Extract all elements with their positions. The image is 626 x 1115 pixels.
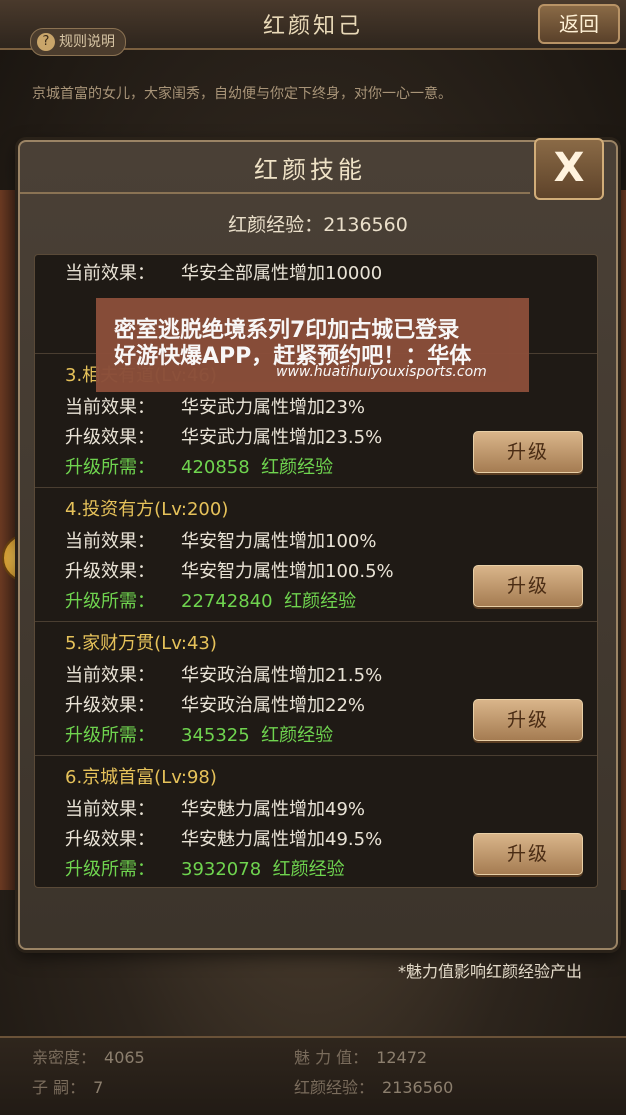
upgrade-button[interactable]: 升级 — [473, 431, 583, 473]
cost-label: 升级所需： — [65, 591, 155, 612]
next-label: 升级效果： — [65, 427, 155, 448]
character-intro: 京城首富的女儿，大家闺秀，自幼便与你定下终身，对你一心一意。 — [32, 86, 452, 102]
current-effect-line: 当前效果： 华安全部属性增加10000 — [65, 259, 382, 285]
heirs-stat: 子 嗣： 7 — [32, 1074, 103, 1098]
current-effect-line: 当前效果： 华安魅力属性增加49% — [65, 795, 365, 821]
close-button[interactable]: X — [534, 138, 604, 200]
cost-label: 升级所需： — [65, 859, 155, 880]
upgrade-button[interactable]: 升级 — [473, 699, 583, 741]
ad-banner[interactable]: 密室逃脱绝境系列7印加古城已登录 好游快爆APP，赶紧预约吧！：华体 www.h… — [96, 298, 529, 392]
cost-unit: 红颜经验 — [272, 859, 345, 880]
cost-value: 420858 — [181, 457, 250, 478]
next-effect-line: 升级效果： 华安武力属性增加23.5% — [65, 423, 382, 449]
charm-stat: 魅 力 值： 12472 — [294, 1044, 427, 1068]
next-effect-line: 升级效果： 华安政治属性增加22% — [65, 691, 365, 717]
cost-value: 345325 — [181, 725, 250, 746]
heirs-value: 7 — [93, 1078, 104, 1097]
next-effect: 华安魅力属性增加49.5% — [181, 829, 383, 850]
next-effect-line: 升级效果： 华安智力属性增加100.5% — [65, 557, 394, 583]
current-effect: 华安魅力属性增加49% — [181, 799, 366, 820]
intimacy-stat: 亲密度： 4065 — [32, 1044, 145, 1068]
upgrade-button[interactable]: 升级 — [473, 833, 583, 875]
skill-title: 6.京城首富(Lv:98) — [65, 767, 217, 788]
current-label: 当前效果： — [65, 665, 155, 686]
exp-value: 2136560 — [323, 214, 408, 236]
cost-value: 22742840 — [181, 591, 273, 612]
heirs-label: 子 嗣： — [32, 1078, 86, 1097]
charm-footnote: *魅力值影响红颜经验产出 — [397, 962, 582, 981]
bottom-exp-label: 红颜经验： — [294, 1078, 375, 1097]
upgrade-cost-line: 升级所需： 345325 红颜经验 — [65, 721, 333, 747]
question-icon: ? — [37, 33, 55, 51]
exp-summary: 红颜经验：2136560 — [20, 210, 616, 237]
back-button[interactable]: 返回 — [538, 4, 620, 44]
next-effect: 华安政治属性增加22% — [181, 695, 366, 716]
upgrade-cost-line: 升级所需： 3932078 红颜经验 — [65, 855, 345, 881]
current-effect: 华安智力属性增加100% — [181, 531, 377, 552]
next-effect: 华安智力属性增加100.5% — [181, 561, 394, 582]
skill-item: 5.家财万贯(Lv:43) 当前效果： 华安政治属性增加21.5% 升级效果： 华安… — [35, 621, 597, 756]
bottom-exp-value: 2136560 — [382, 1078, 454, 1097]
cost-value: 3932078 — [181, 859, 262, 880]
exp-label: 红颜经验： — [228, 214, 324, 236]
dialog-title: 红颜技能 — [254, 156, 366, 184]
charm-label: 魅 力 值： — [294, 1048, 369, 1067]
skill-title: 5.家财万贯(Lv:43) — [65, 633, 217, 654]
next-effect: 华安武力属性增加23.5% — [181, 427, 383, 448]
current-effect: 华安武力属性增加23% — [181, 397, 366, 418]
current-effect-line: 当前效果： 华安智力属性增加100% — [65, 527, 376, 553]
charm-value: 12472 — [376, 1048, 428, 1067]
cost-label: 升级所需： — [65, 457, 155, 478]
rules-label: 规则说明 — [59, 34, 115, 50]
ad-url: www.huatihuiyouxisports.com — [276, 364, 487, 380]
bottom-stats-bar: 亲密度： 4065 子 嗣： 7 魅 力 值： 12472 红颜经验： 2136560 — [0, 1036, 626, 1115]
skill-item: 4.投资有方(Lv:200) 当前效果： 华安智力属性增加100% 升级效果： 华安… — [35, 487, 597, 622]
next-effect-line: 升级效果： 华安魅力属性增加49.5% — [65, 825, 382, 851]
current-effect-line: 当前效果： 华安武力属性增加23% — [65, 393, 365, 419]
upgrade-button[interactable]: 升级 — [473, 565, 583, 607]
upgrade-cost-line: 升级所需： 22742840 红颜经验 — [65, 587, 356, 613]
rules-button[interactable]: ? 规则说明 — [30, 28, 126, 56]
current-effect-line: 当前效果： 华安政治属性增加21.5% — [65, 661, 382, 687]
current-label: 当前效果： — [65, 397, 155, 418]
intimacy-label: 亲密度： — [32, 1048, 97, 1067]
current-label: 当前效果： — [65, 799, 155, 820]
skill-dialog: 红颜技能 X 红颜经验：2136560 当前效果： 华安全部属性增加10000 3… — [18, 138, 618, 950]
next-label: 升级效果： — [65, 829, 155, 850]
intimacy-value: 4065 — [104, 1048, 145, 1067]
cost-unit: 红颜经验 — [284, 591, 357, 612]
current-effect: 华安政治属性增加21.5% — [181, 665, 383, 686]
cost-label: 升级所需： — [65, 725, 155, 746]
current-label: 当前效果： — [65, 531, 155, 552]
current-effect: 华安全部属性增加10000 — [181, 263, 383, 284]
exp-stat: 红颜经验： 2136560 — [294, 1074, 453, 1098]
cost-unit: 红颜经验 — [261, 457, 334, 478]
upgrade-cost-line: 升级所需： 420858 红颜经验 — [65, 453, 333, 479]
current-label: 当前效果： — [65, 263, 155, 284]
next-label: 升级效果： — [65, 561, 155, 582]
cost-unit: 红颜经验 — [261, 725, 334, 746]
skill-item: 6.京城首富(Lv:98) 当前效果： 华安魅力属性增加49% 升级效果： 华安魅力… — [35, 755, 597, 887]
next-label: 升级效果： — [65, 695, 155, 716]
skill-title: 4.投资有方(Lv:200) — [65, 499, 229, 520]
